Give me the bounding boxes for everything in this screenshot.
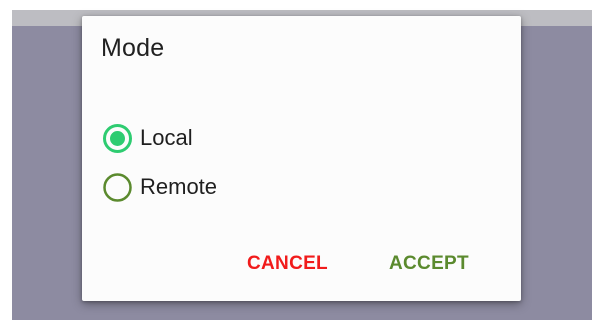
- radio-unselected-icon[interactable]: [102, 172, 133, 203]
- screen: Mode Local Remote CANCEL ACCEPT: [0, 0, 603, 320]
- accept-button[interactable]: ACCEPT: [389, 253, 469, 275]
- radio-label-local: Local: [140, 125, 193, 150]
- radio-option-remote[interactable]: Remote: [102, 170, 217, 204]
- radio-selected-icon[interactable]: [102, 123, 133, 154]
- cancel-button[interactable]: CANCEL: [247, 253, 328, 275]
- radio-label-remote: Remote: [140, 174, 218, 199]
- radio-option-local[interactable]: Local: [102, 121, 193, 155]
- mode-dialog: Mode Local Remote CANCEL ACCEPT: [82, 16, 521, 301]
- dialog-title: Mode: [101, 34, 165, 62]
